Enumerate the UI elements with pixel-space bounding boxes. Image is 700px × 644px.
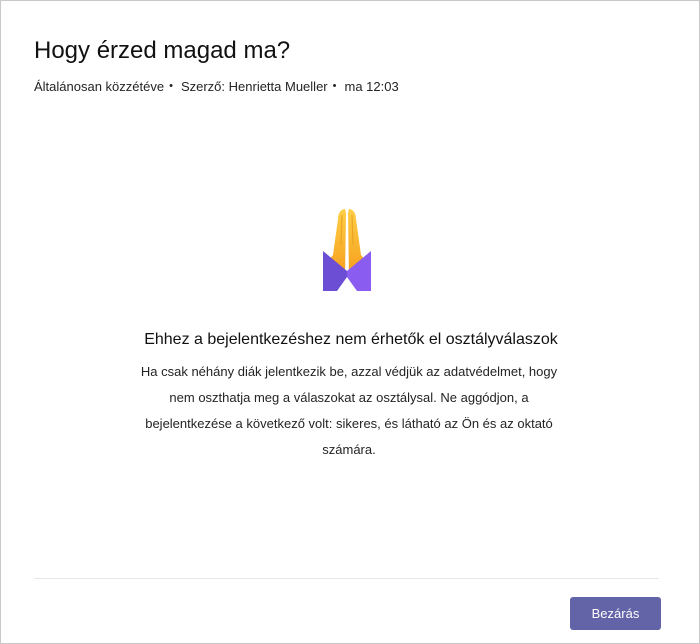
empty-state-title: Ehhez a bejelentkezéshez nem érhetők el … — [144, 331, 558, 348]
post-time: ma 12:03 — [344, 79, 399, 94]
author-label: Szerző: Henrietta Mueller — [180, 79, 328, 94]
praying-hands-icon — [323, 209, 371, 291]
footer-divider — [34, 578, 659, 579]
meta-separator: • — [169, 79, 173, 92]
visibility-label: Általánosan közzétéve — [34, 79, 165, 94]
meta-separator: • — [332, 79, 337, 92]
empty-state-description: Ha csak néhány diák jelentkezik be, azza… — [140, 364, 558, 457]
dialog-title: Hogy érzed magad ma? — [34, 37, 291, 64]
close-button[interactable]: Bezárás — [570, 597, 661, 630]
post-meta: Általánosan közzétéve • Szerző: Henriett… — [34, 79, 399, 94]
checkin-dialog: Hogy érzed magad ma? Általánosan közzété… — [0, 0, 700, 644]
